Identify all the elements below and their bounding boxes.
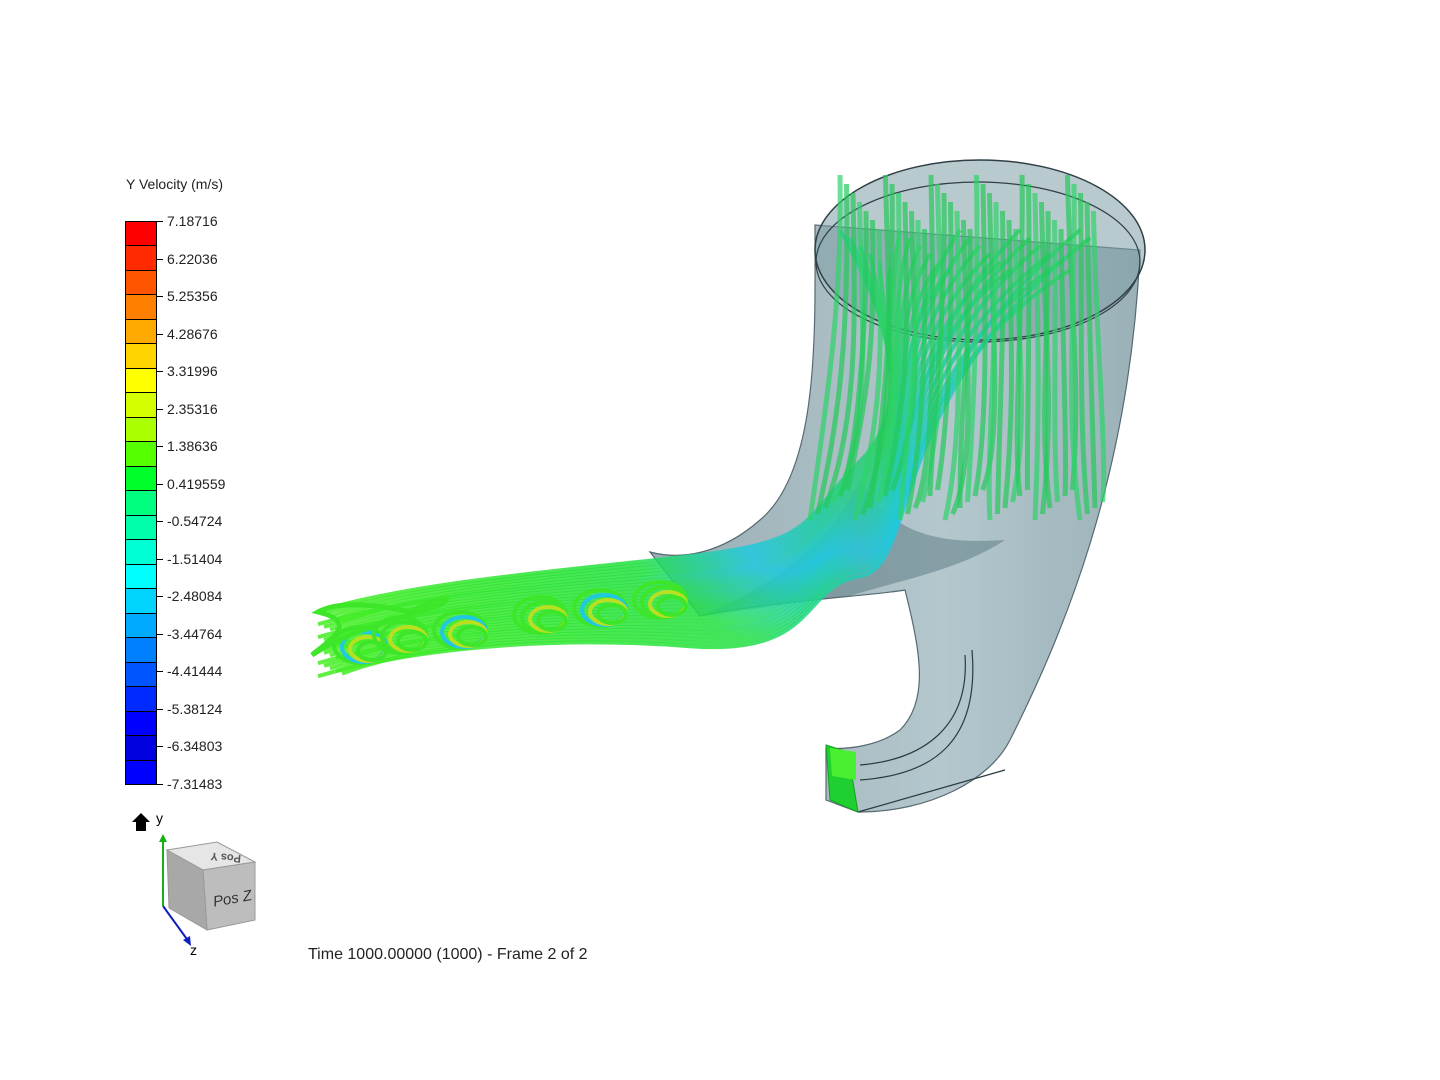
legend-tick-mark — [157, 221, 163, 222]
legend-tick-mark — [157, 333, 163, 335]
legend-color-cell — [125, 441, 157, 467]
legend-tick-mark — [157, 446, 163, 448]
legend-color-cell — [125, 343, 157, 369]
legend-color-cell — [125, 416, 157, 443]
legend-color-cell — [125, 759, 157, 785]
legend-tick-label: -5.38124 — [167, 700, 223, 717]
legend-color-cell — [125, 294, 157, 320]
legend-tick-label: -6.34803 — [167, 738, 223, 755]
legend-tick-label: -3.44764 — [167, 625, 223, 642]
legend-tick-mark — [157, 258, 163, 260]
legend-color-cell — [125, 490, 157, 516]
legend-color-cell — [125, 539, 157, 565]
axis-y-label: y — [156, 810, 163, 826]
legend-tick-mark — [157, 483, 163, 485]
legend-color-cell — [125, 269, 157, 296]
legend-tick-label: 7.18716 — [167, 213, 218, 229]
legend-color-cell — [125, 514, 157, 541]
legend-tick-label: -1.51404 — [167, 550, 223, 567]
legend-tick-label: 2.35316 — [167, 400, 218, 417]
legend-color-cell — [125, 318, 157, 345]
home-icon — [132, 813, 150, 831]
legend-color-cell — [125, 245, 157, 271]
legend-color-cell — [125, 661, 157, 688]
legend-color-cell — [125, 465, 157, 492]
legend-tick-label: 5.25356 — [167, 288, 218, 305]
legend-color-cell — [125, 221, 157, 247]
orientation-cube[interactable]: Pos Y Pos Z — [155, 832, 265, 957]
legend-tick-label: 6.22036 — [167, 250, 218, 267]
legend-tick-mark — [157, 633, 163, 635]
axis-z-arrow — [183, 936, 191, 946]
time-status: Time 1000.00000 (1000) - Frame 2 of 2 — [308, 946, 588, 963]
legend-tick-mark — [157, 408, 163, 410]
legend-color-cell — [125, 710, 157, 737]
legend-tick-label: -0.54724 — [167, 513, 223, 530]
legend-tick-mark — [157, 296, 163, 298]
legend-tick-label: -7.31483 — [167, 776, 223, 792]
legend-color-cell — [125, 367, 157, 394]
streamline-path — [1024, 183, 1032, 491]
legend-color-cell — [125, 588, 157, 614]
legend-tick-label: 0.419559 — [167, 475, 226, 492]
legend-color-cell — [125, 563, 157, 590]
legend-color-cell — [125, 735, 157, 761]
legend-tick-label: 4.28676 — [167, 325, 218, 342]
legend-color-cell — [125, 612, 157, 639]
legend-tick-mark — [157, 521, 163, 523]
legend-tick-mark — [157, 558, 163, 560]
legend-tick-label: 3.31996 — [167, 363, 218, 380]
legend-tick-label: -4.41444 — [167, 663, 223, 680]
legend-tick-mark — [157, 708, 163, 710]
axis-y-arrow — [159, 834, 167, 842]
legend-tick-mark — [157, 671, 163, 673]
color-legend: 7.18716 6.22036 5.25356 4.28676 3.31996 2.353… — [125, 213, 225, 792]
legend-tick-label: -2.48084 — [167, 588, 223, 605]
legend-tick-mark — [157, 596, 163, 598]
streamline-path — [1052, 219, 1060, 503]
legend-tick-mark — [157, 371, 163, 373]
legend-tick-mark — [157, 784, 163, 785]
legend-color-cell — [125, 392, 157, 418]
cube-face-top: Pos Y — [210, 850, 242, 865]
reset-view-button[interactable] — [131, 812, 151, 832]
legend-tick-mark — [157, 746, 163, 748]
legend-tick-label: 1.38636 — [167, 438, 218, 455]
legend-color-cell — [125, 686, 157, 712]
legend-color-cell — [125, 637, 157, 663]
legend-title: Y Velocity (m/s) — [126, 176, 223, 192]
